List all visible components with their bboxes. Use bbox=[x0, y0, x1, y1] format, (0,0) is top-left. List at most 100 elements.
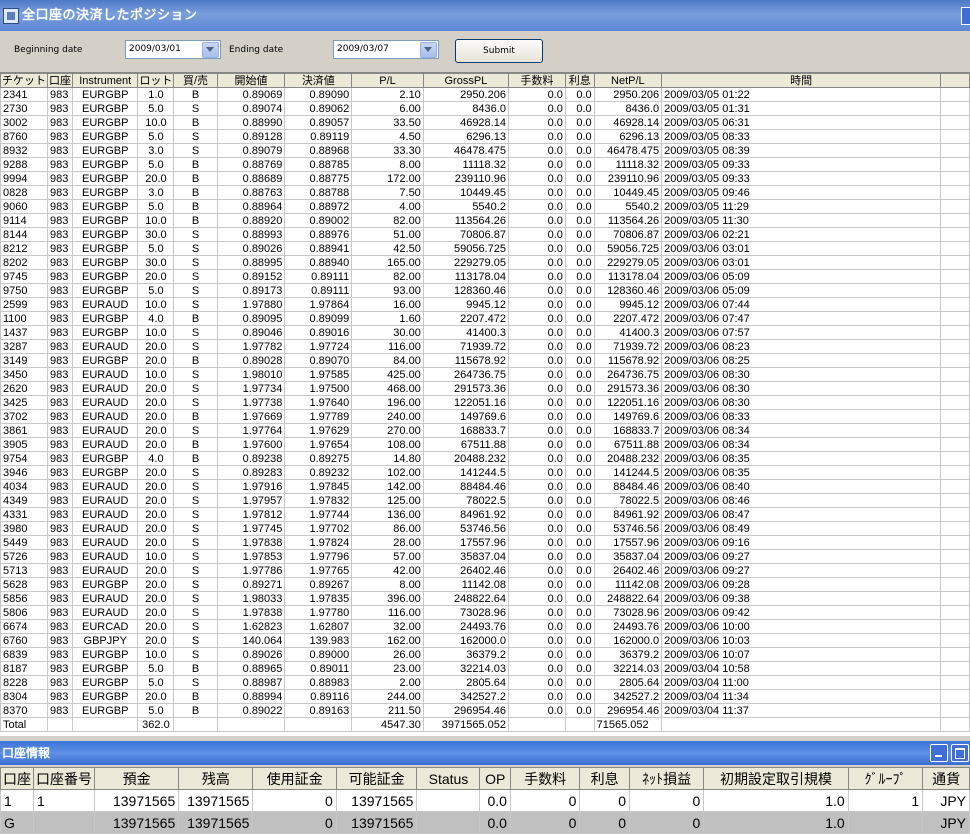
cell-account: 983 bbox=[47, 381, 73, 396]
table-row[interactable]: 2730 983 EURGBP 5.0 S 0.89074 0.89062 6.00 8436.… bbox=[0, 101, 970, 116]
chevron-down-icon[interactable] bbox=[202, 42, 219, 58]
table-row[interactable]: 9114 983 EURGBP 10.0 B 0.88920 0.89002 82.00 113… bbox=[0, 213, 970, 228]
table-row[interactable]: 3905 983 EURAUD 20.0 B 1.97600 1.97654 108.00 67… bbox=[0, 437, 970, 452]
table-row[interactable]: 5856 983 EURAUD 20.0 S 1.98033 1.97835 396.00 24… bbox=[0, 591, 970, 606]
account-column-default-trade-size[interactable]: 初期設定取引規模 bbox=[703, 767, 849, 790]
ending-date-picker[interactable]: 2009/03/07 bbox=[333, 40, 439, 59]
account-column-interest[interactable]: 利息 bbox=[579, 767, 630, 790]
cell-side: S bbox=[173, 521, 218, 536]
submit-button[interactable]: Submit bbox=[455, 39, 543, 63]
account-column-group[interactable]: ｸﾞﾙｰﾌﾟ bbox=[847, 767, 924, 790]
table-row[interactable]: 3861 983 EURAUD 20.0 S 1.97764 1.97629 270.00 16… bbox=[0, 423, 970, 438]
table-row[interactable]: 3946 983 EURGBP 20.0 S 0.89283 0.89232 102.00 14… bbox=[0, 465, 970, 480]
column-header-interest[interactable]: 利息 bbox=[564, 73, 595, 88]
table-row[interactable]: 9754 983 EURGBP 4.0 B 0.89238 0.89275 14.80 2048… bbox=[0, 451, 970, 466]
account-column-op[interactable]: OP bbox=[479, 767, 511, 790]
ending-date-value: 2009/03/07 bbox=[337, 44, 389, 54]
table-row[interactable]: 3002 983 EURGBP 10.0 B 0.88990 0.89057 33.50 469… bbox=[0, 115, 970, 130]
table-row[interactable]: 5806 983 EURAUD 20.0 S 1.97838 1.97780 116.00 73… bbox=[0, 605, 970, 620]
table-row[interactable]: 8187 983 EURGBP 5.0 B 0.88965 0.89011 23.00 3221… bbox=[0, 661, 970, 676]
table-row[interactable]: 4349 983 EURAUD 20.0 S 1.97957 1.97832 125.00 78… bbox=[0, 493, 970, 508]
cell-side: S bbox=[173, 381, 218, 396]
table-row[interactable]: 3425 983 EURAUD 20.0 S 1.97738 1.97640 196.00 12… bbox=[0, 395, 970, 410]
account-column-usable-margin[interactable]: 可能証金 bbox=[335, 767, 418, 790]
account-column-deposit[interactable]: 預金 bbox=[93, 767, 180, 790]
table-row[interactable]: 8202 983 EURGBP 30.0 S 0.88995 0.88940 165.00 22… bbox=[0, 255, 970, 270]
account-column-used-margin[interactable]: 使用証金 bbox=[252, 767, 337, 790]
column-header-time[interactable]: 時間 bbox=[661, 73, 942, 88]
column-header-pl[interactable]: P/L bbox=[351, 73, 424, 88]
account-column-balance[interactable]: 残高 bbox=[178, 767, 254, 790]
table-row[interactable]: 8370 983 EURGBP 5.0 B 0.89022 0.89163 211.50 296… bbox=[0, 703, 970, 718]
cell-gross-pl: 17557.96 bbox=[422, 535, 509, 550]
table-row[interactable]: 9750 983 EURGBP 5.0 S 0.89173 0.89111 93.00 1283… bbox=[0, 283, 970, 298]
closed-positions-grid[interactable]: チケット 口座 Instrument ロット 買/売 開始値 決済値 P/L GrossPL 手数… bbox=[0, 72, 970, 736]
cell-ticket: 9060 bbox=[0, 199, 48, 214]
table-row[interactable]: 5628 983 EURGBP 20.0 S 0.89271 0.89267 8.00 1114… bbox=[0, 577, 970, 592]
table-row[interactable]: 3287 983 EURAUD 20.0 S 1.97782 1.97724 116.00 71… bbox=[0, 339, 970, 354]
column-header-instrument[interactable]: Instrument bbox=[71, 73, 139, 88]
column-header-net-pl[interactable]: NetP/L bbox=[593, 73, 663, 88]
table-row[interactable]: 8760 983 EURGBP 5.0 S 0.89128 0.89119 4.50 6296.… bbox=[0, 129, 970, 144]
table-row[interactable]: 3149 983 EURGBP 20.0 B 0.89028 0.89070 84.00 115… bbox=[0, 353, 970, 368]
panel-maximize-button[interactable] bbox=[951, 744, 969, 762]
total-row: Total 362.0 4547.30 3971565.052 71565.052 bbox=[0, 717, 970, 732]
account-row[interactable]: 1 1 13971565 13971565 0 13971565 0.0 0 0 0 1.0 1 JPY bbox=[0, 789, 970, 812]
account-column-currency[interactable]: 通貨 bbox=[922, 767, 970, 790]
table-row[interactable]: 6839 983 EURGBP 10.0 S 0.89026 0.89000 26.00 363… bbox=[0, 647, 970, 662]
column-header-commission[interactable]: 手数料 bbox=[507, 73, 566, 88]
cell-commission: 0.0 bbox=[507, 157, 566, 172]
column-header-close-price[interactable]: 決済値 bbox=[284, 73, 353, 88]
table-row[interactable]: 9994 983 EURGBP 20.0 B 0.88689 0.88775 172.00 23… bbox=[0, 171, 970, 186]
cell-account: 983 bbox=[47, 311, 73, 326]
beginning-date-picker[interactable]: 2009/03/01 bbox=[125, 40, 221, 59]
cell-interest: 0.0 bbox=[564, 577, 595, 592]
table-row[interactable]: 3980 983 EURAUD 20.0 S 1.97745 1.97702 86.00 537… bbox=[0, 521, 970, 536]
column-header-account[interactable]: 口座 bbox=[47, 73, 73, 88]
table-row[interactable]: 1437 983 EURGBP 10.0 S 0.89046 0.89016 30.00 414… bbox=[0, 325, 970, 340]
account-column-net-pl[interactable]: ﾈｯﾄ損益 bbox=[628, 767, 705, 790]
table-row[interactable]: 3450 983 EURAUD 10.0 S 1.98010 1.97585 425.00 26… bbox=[0, 367, 970, 382]
table-row[interactable]: 2599 983 EURAUD 10.0 S 1.97880 1.97864 16.00 994… bbox=[0, 297, 970, 312]
table-row[interactable]: 0828 983 EURGBP 3.0 B 0.88763 0.88788 7.50 10449… bbox=[0, 185, 970, 200]
account-info-grid[interactable]: 口座 口座番号 預金 残高 使用証金 可能証金 Status OP 手数料 利息 ﾈｯﾄ損益 初期設定… bbox=[0, 767, 970, 834]
cell-net-pl: 162000.0 bbox=[593, 633, 663, 648]
table-row[interactable]: 9745 983 EURGBP 20.0 S 0.89152 0.89111 82.00 113… bbox=[0, 269, 970, 284]
account-cell-deposit: 13971565 bbox=[93, 789, 180, 812]
account-column-account-no[interactable]: 口座番号 bbox=[33, 767, 95, 790]
table-row[interactable]: 5713 983 EURAUD 20.0 S 1.97786 1.97765 42.00 264… bbox=[0, 563, 970, 578]
table-row[interactable]: 3702 983 EURAUD 20.0 B 1.97669 1.97789 240.00 14… bbox=[0, 409, 970, 424]
cell-gross-pl: 5540.2 bbox=[422, 199, 509, 214]
table-row[interactable]: 5449 983 EURAUD 20.0 S 1.97838 1.97824 28.00 175… bbox=[0, 535, 970, 550]
cell-close-price: 1.97824 bbox=[284, 535, 353, 550]
table-row[interactable]: 6674 983 EURCAD 20.0 S 1.62823 1.62807 32.00 244… bbox=[0, 619, 970, 634]
minimize-button[interactable] bbox=[961, 7, 970, 25]
table-row[interactable]: 5726 983 EURAUD 10.0 S 1.97853 1.97796 57.00 358… bbox=[0, 549, 970, 564]
table-row[interactable]: 6760 983 GBPJPY 20.0 S 140.064 139.983 162.00 16… bbox=[0, 633, 970, 648]
table-row[interactable]: 8212 983 EURGBP 5.0 S 0.89026 0.88941 42.50 5905… bbox=[0, 241, 970, 256]
chevron-down-icon[interactable] bbox=[420, 42, 437, 58]
table-row[interactable]: 1100 983 EURGBP 4.0 B 0.89095 0.89099 1.60 2207.… bbox=[0, 311, 970, 326]
column-header-lots[interactable]: ロット bbox=[137, 73, 175, 88]
table-row[interactable]: 4034 983 EURAUD 20.0 S 1.97916 1.97845 142.00 88… bbox=[0, 479, 970, 494]
table-row[interactable]: 2620 983 EURAUD 20.0 S 1.97734 1.97500 468.00 29… bbox=[0, 381, 970, 396]
account-row[interactable]: G 13971565 13971565 0 13971565 0.0 0 0 0 1.0 JPY bbox=[0, 811, 970, 834]
table-row[interactable]: 4331 983 EURAUD 20.0 S 1.97812 1.97744 136.00 84… bbox=[0, 507, 970, 522]
column-header-ticket[interactable]: チケット bbox=[0, 73, 48, 88]
table-row[interactable]: 2341 983 EURGBP 1.0 B 0.89069 0.89090 2.10 2950.… bbox=[0, 87, 970, 102]
panel-minimize-button[interactable] bbox=[930, 744, 948, 762]
table-row[interactable]: 9060 983 EURGBP 5.0 B 0.88964 0.88972 4.00 5540.… bbox=[0, 199, 970, 214]
table-row[interactable]: 8304 983 EURGBP 20.0 B 0.88994 0.89116 244.00 34… bbox=[0, 689, 970, 704]
table-row[interactable]: 8144 983 EURGBP 30.0 S 0.88993 0.88976 51.00 708… bbox=[0, 227, 970, 242]
account-column-account[interactable]: 口座 bbox=[0, 767, 34, 790]
account-column-status[interactable]: Status bbox=[416, 767, 481, 790]
column-header-open-price[interactable]: 開始値 bbox=[216, 73, 286, 88]
account-column-commission[interactable]: 手数料 bbox=[509, 767, 581, 790]
table-row[interactable]: 8932 983 EURGBP 3.0 S 0.89079 0.88968 33.30 4647… bbox=[0, 143, 970, 158]
cell-account: 983 bbox=[47, 521, 73, 536]
column-header-side[interactable]: 買/売 bbox=[173, 73, 218, 88]
cell-pl: 4.00 bbox=[351, 199, 424, 214]
table-row[interactable]: 8228 983 EURGBP 5.0 S 0.88987 0.88983 2.00 2805.… bbox=[0, 675, 970, 690]
table-row[interactable]: 9288 983 EURGBP 5.0 B 0.88769 0.88785 8.00 11118… bbox=[0, 157, 970, 172]
column-header-gross-pl[interactable]: GrossPL bbox=[422, 73, 509, 88]
